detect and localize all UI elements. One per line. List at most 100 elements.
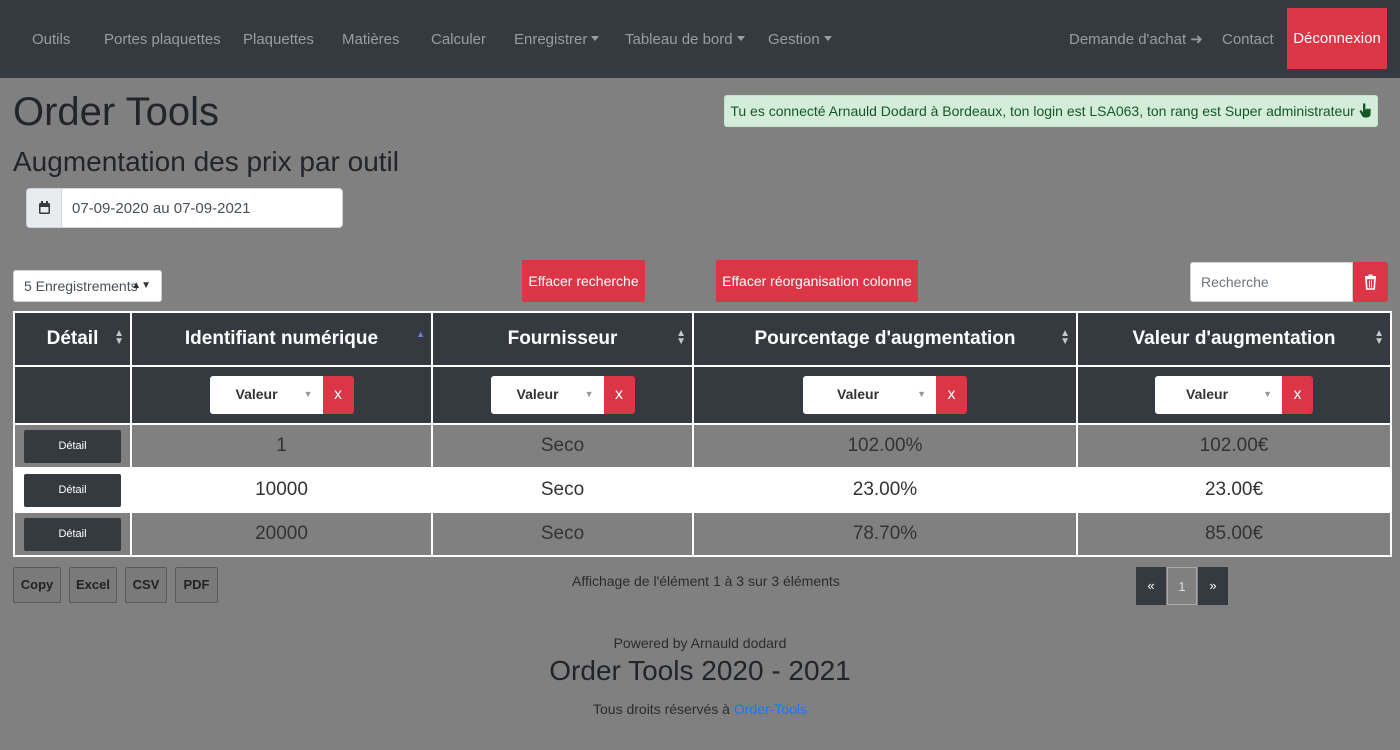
filter-cell: Valeur ▼ x xyxy=(1076,365,1392,425)
pourcentage-cell: 102.00% xyxy=(692,423,1078,469)
hand-pointer-icon xyxy=(1359,103,1372,119)
page-length-select[interactable]: 5 Enregistrements ▲▼ xyxy=(13,270,162,302)
pourcentage-cell: 78.70% xyxy=(692,511,1078,557)
filter-clear-button[interactable]: x xyxy=(603,376,635,414)
nav-item-outils[interactable]: Outils xyxy=(32,0,70,78)
nav-item-calculer[interactable]: Calculer xyxy=(431,0,486,78)
nav-item-demande-achat[interactable]: Demande d'achat ➜ xyxy=(1069,0,1203,78)
footer-title: Order Tools 2020 - 2021 xyxy=(549,655,851,686)
column-header-label: Fournisseur xyxy=(507,328,618,349)
page-subtitle: Augmentation des prix par outil xyxy=(13,146,399,177)
nav-item-label: Gestion xyxy=(768,31,820,48)
sort-icon: ▲ ▼ xyxy=(1374,328,1384,347)
nav-item-portes-plaquettes[interactable]: Portes plaquettes xyxy=(104,0,221,78)
valeur-cell: 102.00€ xyxy=(1076,423,1392,469)
caret-down-icon xyxy=(736,36,745,41)
arrow-right-icon: ➜ xyxy=(1190,31,1203,48)
nav-item-label: Enregistrer xyxy=(514,31,588,48)
identifiant-cell: 10000 xyxy=(130,467,433,513)
chevron-down-icon: ▼ xyxy=(1263,389,1272,399)
clear-search-trash-button[interactable] xyxy=(1353,262,1388,302)
export-pdf-button[interactable]: PDF xyxy=(175,567,218,603)
column-header-valeur[interactable]: Valeur d'augmentation ▲ ▼ xyxy=(1076,311,1392,367)
table-info: Affichage de l'élément 1 à 3 sur 3 éléme… xyxy=(572,573,840,589)
nav-item-gestion[interactable]: Gestion xyxy=(768,0,832,78)
pourcentage-cell: 23.00% xyxy=(692,467,1078,513)
nav-item-label: Tableau de bord xyxy=(625,31,733,48)
detail-button[interactable]: Détail xyxy=(24,473,121,507)
column-header-pourcentage[interactable]: Pourcentage d'augmentation ▲ ▼ xyxy=(692,311,1078,367)
filter-select-label: Valeur xyxy=(837,386,880,402)
clear-search-button[interactable]: Effacer recherche xyxy=(522,260,645,302)
identifiant-cell: 20000 xyxy=(130,511,433,557)
filter-clear-button[interactable]: x xyxy=(322,376,354,414)
pagination-page[interactable]: 1 xyxy=(1167,567,1197,605)
sort-asc-icon: ▲ xyxy=(416,329,425,339)
footer-rights: Tous droits réservés à Order-Tools xyxy=(0,701,1400,717)
caret-down-icon xyxy=(591,36,600,41)
column-header-detail[interactable]: Détail ▲ ▼ xyxy=(13,311,132,367)
nav-item-plaquettes[interactable]: Plaquettes xyxy=(243,0,314,78)
export-excel-button[interactable]: Excel xyxy=(69,567,117,603)
sort-icon: ▲ ▼ xyxy=(114,328,124,347)
chevron-down-icon: ▼ xyxy=(917,389,926,399)
footer-rights-text: Tous droits réservés à xyxy=(593,701,730,717)
valeur-cell: 85.00€ xyxy=(1076,511,1392,557)
sort-icon: ▲ ▼ xyxy=(1060,328,1070,347)
column-filter-pourcentage: Valeur ▼ x xyxy=(803,376,967,414)
table-row: Détail 1 Seco 102.00% 102.00€ xyxy=(13,423,1392,469)
footer-powered: Powered by Arnauld dodard xyxy=(613,635,787,651)
table-row: Détail 10000 Seco 23.00% 23.00€ xyxy=(13,467,1392,513)
logout-button[interactable]: Déconnexion xyxy=(1287,8,1387,69)
column-header-identifiant[interactable]: Identifiant numérique ▲ xyxy=(130,311,433,367)
filter-cell: Valeur ▼ x xyxy=(130,365,433,425)
nav-item-enregistrer[interactable]: Enregistrer xyxy=(514,0,600,78)
pagination-next[interactable]: » xyxy=(1198,567,1228,605)
fournisseur-cell: Seco xyxy=(431,423,694,469)
filter-clear-button[interactable]: x xyxy=(1282,376,1313,414)
chevron-down-icon: ▼ xyxy=(303,389,313,399)
filter-select-label: Valeur xyxy=(235,386,278,402)
date-range-picker[interactable]: 07-09-2020 au 07-09-2021 xyxy=(26,188,343,228)
valeur-cell: 23.00€ xyxy=(1076,467,1392,513)
filter-select-label: Valeur xyxy=(516,386,559,402)
detail-button[interactable]: Détail xyxy=(24,429,121,463)
navbar: Outils Portes plaquettes Plaquettes Mati… xyxy=(0,0,1400,78)
detail-cell: Détail xyxy=(13,423,132,469)
nav-item-tableau-de-bord[interactable]: Tableau de bord xyxy=(625,0,745,78)
nav-item-matieres[interactable]: Matières xyxy=(342,0,400,78)
export-copy-button[interactable]: Copy xyxy=(13,567,61,603)
nav-item-contact[interactable]: Contact xyxy=(1222,0,1274,78)
filter-select[interactable]: Valeur ▼ xyxy=(490,376,604,414)
filter-select-label: Valeur xyxy=(1186,386,1229,402)
filter-select[interactable]: Valeur ▼ xyxy=(803,376,936,414)
footer-link[interactable]: Order-Tools xyxy=(734,701,807,717)
column-header-label: Pourcentage d'augmentation xyxy=(754,328,1016,349)
filter-cell: Valeur ▼ x xyxy=(431,365,694,425)
caret-down-icon xyxy=(823,36,832,41)
price-increase-table: Détail ▲ ▼ Identifiant numérique ▲ Fourniss… xyxy=(13,311,1392,557)
updown-icon: ▲▼ xyxy=(131,280,151,291)
pagination-prev[interactable]: « xyxy=(1136,567,1166,605)
detail-cell: Détail xyxy=(13,511,132,557)
fournisseur-cell: Seco xyxy=(431,467,694,513)
date-range-value: 07-09-2020 au 07-09-2021 xyxy=(72,200,251,217)
column-header-label: Détail xyxy=(46,328,99,349)
login-alert-text: Tu es connecté Arnauld Dodard à Bordeaux… xyxy=(730,103,1355,119)
filter-cell: Valeur ▼ x xyxy=(692,365,1078,425)
column-header-label: Identifiant numérique xyxy=(184,328,379,349)
filter-cell-empty xyxy=(13,365,132,425)
filter-select[interactable]: Valeur ▼ xyxy=(209,376,323,414)
clear-column-order-button[interactable]: Effacer réorganisation colonne xyxy=(716,260,918,302)
filter-select[interactable]: Valeur ▼ xyxy=(1155,376,1282,414)
nav-item-label: Demande d'achat xyxy=(1069,31,1187,48)
calendar-icon xyxy=(27,189,62,227)
column-filter-identifiant: Valeur ▼ x xyxy=(209,376,354,414)
search-input[interactable]: Recherche xyxy=(1190,262,1353,302)
filter-clear-button[interactable]: x xyxy=(936,376,967,414)
detail-button[interactable]: Détail xyxy=(24,517,121,551)
export-csv-button[interactable]: CSV xyxy=(125,567,167,603)
column-header-fournisseur[interactable]: Fournisseur ▲ ▼ xyxy=(431,311,694,367)
page-title: Order Tools xyxy=(13,90,220,134)
fournisseur-cell: Seco xyxy=(431,511,694,557)
